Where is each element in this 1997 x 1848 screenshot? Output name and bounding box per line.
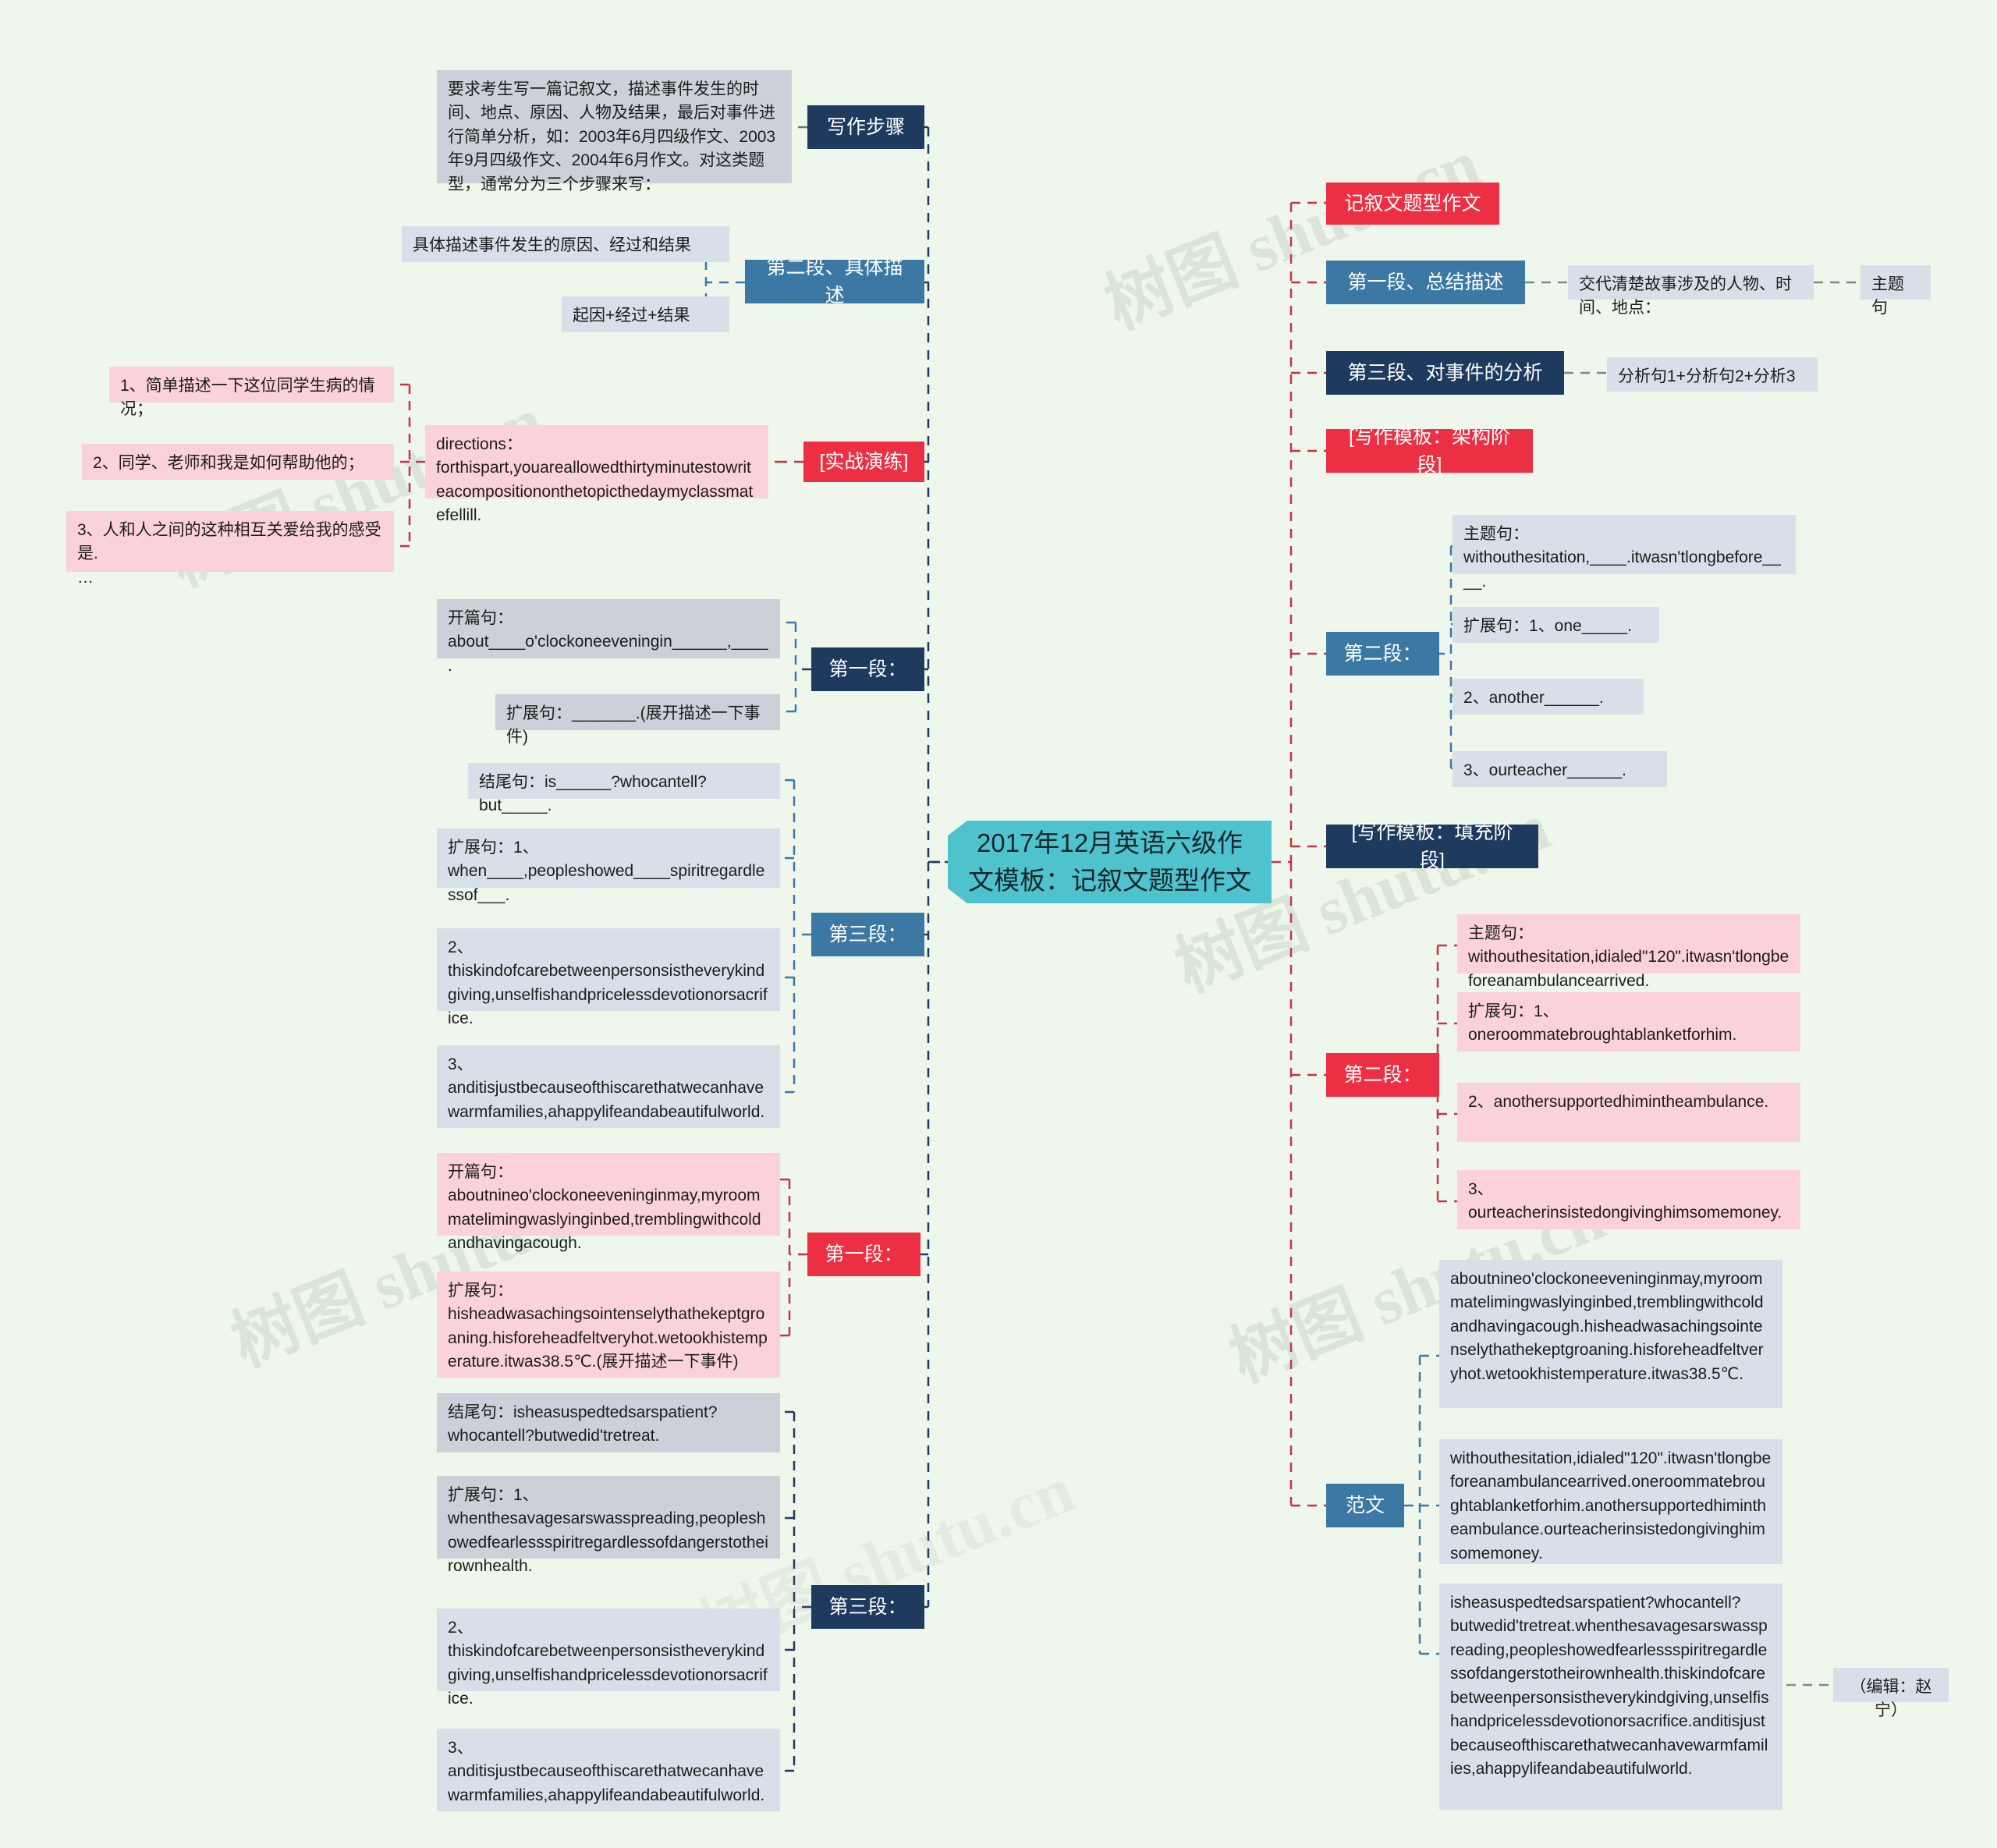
right-leaf-essay-para1[interactable]: aboutnineo'clockoneeveninginmay,myroomma… [1439,1260,1782,1408]
left-branch-writing-steps[interactable]: 写作步骤 [807,105,924,149]
right-leaf-p1-topic[interactable]: 主题句 [1860,265,1931,317]
left-branch-drill[interactable]: [实战演练] [803,442,924,482]
left-leaf-p1-open-filled[interactable]: 开篇句：aboutnineo'clockoneeveninginmay,myro… [437,1153,780,1252]
left-leaf-intro[interactable]: 要求考生写一篇记叙文，描述事件发生的时间、地点、原因、人物及结果，最后对事件进行… [437,70,792,193]
right-leaf-p2-exp1-blank[interactable]: 扩展句：1、one_____. [1453,607,1659,643]
left-branch-para1-filled[interactable]: 第一段： [807,1233,920,1276]
left-leaf-p3-exp2-filled[interactable]: 2、thiskindofcarebetweenpersonsistheveryk… [437,1609,780,1708]
root-node[interactable]: 2017年12月英语六级作文模板：记叙文题型作文 [948,821,1272,903]
left-branch-para1-blank[interactable]: 第一段： [811,647,924,691]
right-leaf-p2-exp3-blank[interactable]: 3、ourteacher______. [1453,751,1667,787]
right-leaf-p3-analysis[interactable]: 分析句1+分析句2+分析3 [1607,357,1818,392]
left-leaf-drill-2[interactable]: 2、同学、老师和我是如何帮助他的； [82,444,394,480]
left-leaf-p3-exp3-filled[interactable]: 3、anditisjustbecauseofthiscarethatwecanh… [437,1729,780,1811]
left-leaf-para2-desc[interactable]: 具体描述事件发生的原因、经过和结果 [402,226,729,262]
left-leaf-p3-end-filled[interactable]: 结尾句：isheasuspedtedsarspatient?whocantell… [437,1393,780,1453]
right-branch-para1-summary[interactable]: 第一段、总结描述 [1326,261,1525,304]
right-leaf-essay-para2[interactable]: withouthesitation,idialed"120".itwasn'tl… [1439,1439,1782,1564]
left-leaf-p1-expand-blank[interactable]: 扩展句：_______.(展开描述一下事件) [495,694,780,746]
right-leaf-p2-exp1-filled[interactable]: 扩展句：1、oneroommatebroughtablanketforhim. [1457,992,1800,1052]
right-leaf-p2-exp3-filled[interactable]: 3、ourteacherinsistedongivinghimsomemoney… [1457,1170,1800,1229]
left-branch-para3-filled[interactable]: 第三段： [811,1585,924,1629]
right-leaf-editor[interactable]: （编辑：赵宁） [1833,1668,1949,1719]
left-branch-para3-blank[interactable]: 第三段： [811,913,924,956]
right-branch-para2-filled[interactable]: 第二段： [1326,1053,1439,1097]
right-leaf-p2-topic-blank[interactable]: 主题句：withouthesitation,____.itwasn'tlongb… [1453,515,1796,591]
right-branch-para2-blank[interactable]: 第二段： [1326,632,1439,676]
right-leaf-p2-exp2-filled[interactable]: 2、anothersupportedhimintheambulance. [1457,1083,1800,1142]
right-leaf-p1-summary[interactable]: 交代清楚故事涉及的人物、时间、地点： [1568,265,1814,317]
left-leaf-p1-open-blank[interactable]: 开篇句：about____o'clockoneeveningin______,_… [437,599,780,675]
left-leaf-p1-expand-filled[interactable]: 扩展句：hisheadwasachingsointenselythathekep… [437,1272,780,1378]
left-leaf-drill-3[interactable]: 3、人和人之间的这种相互关爱给我的感受是. … [66,511,394,587]
left-leaf-para2-formula[interactable]: 起因+经过+结果 [562,296,729,332]
right-branch-template-fill[interactable]: [写作模板：填充阶段] [1326,821,1538,871]
left-leaf-p3-exp1-filled[interactable]: 扩展句：1、whenthesavagesarswasspreading,peop… [437,1476,780,1575]
left-leaf-p3-exp2-blank[interactable]: 2、thiskindofcarebetweenpersonsistheveryk… [437,928,780,1027]
right-leaf-essay-para3[interactable]: isheasuspedtedsarspatient?whocantell?but… [1439,1584,1782,1810]
right-branch-narrative-type[interactable]: 记叙文题型作文 [1326,183,1499,225]
right-branch-para3-analysis[interactable]: 第三段、对事件的分析 [1326,351,1564,395]
left-branch-para2-detail[interactable]: 第二段、具体描述 [745,257,924,307]
right-branch-sample-essay[interactable]: 范文 [1326,1484,1404,1527]
right-leaf-p2-topic-filled[interactable]: 主题句：withouthesitation,idialed"120".itwas… [1457,914,1800,990]
left-leaf-directions[interactable]: directions：forthispart,youareallowedthir… [425,425,768,524]
right-leaf-p2-exp2-blank[interactable]: 2、another______. [1453,679,1644,715]
left-leaf-p3-exp3-blank[interactable]: 3、anditisjustbecauseofthiscarethatwecanh… [437,1045,780,1128]
left-leaf-drill-1[interactable]: 1、简单描述一下这位同学生病的情况； [109,367,394,418]
watermark: 树图 shutu.cn [1094,125,1490,343]
right-branch-template-structure[interactable]: [写作模板：架构阶段] [1326,426,1533,476]
left-leaf-p3-end-blank[interactable]: 结尾句：is______?whocantell?but_____. [468,763,780,814]
left-leaf-p3-exp1-blank[interactable]: 扩展句：1、when____,peopleshowed____spiritreg… [437,828,780,904]
